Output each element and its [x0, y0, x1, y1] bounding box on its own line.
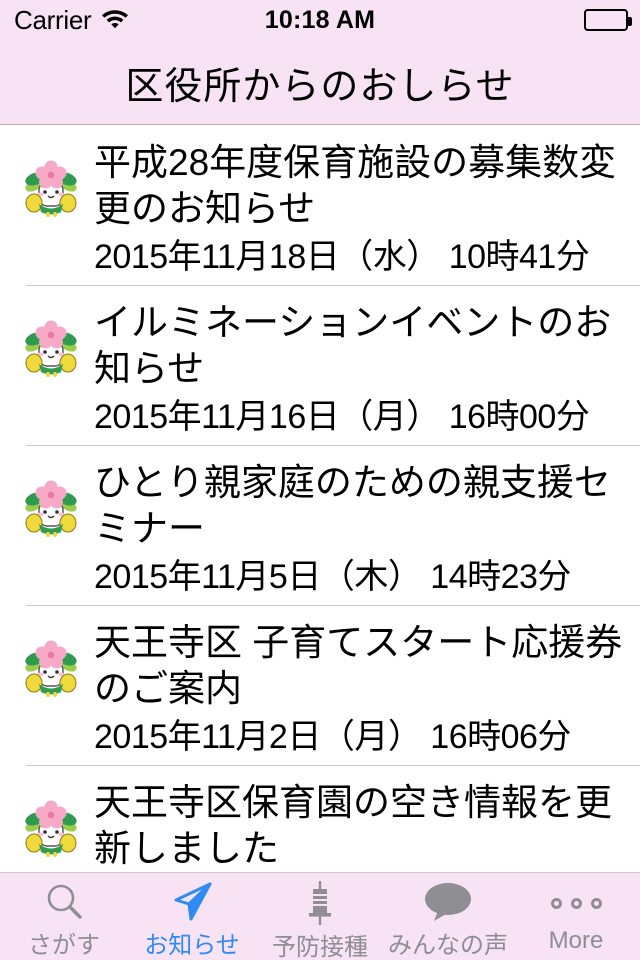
list-item-title: 天王寺区 子育てスタート応援券のご案内	[94, 622, 623, 709]
tab-oshirase[interactable]: お知らせ	[128, 873, 256, 960]
status-bar-right	[584, 9, 632, 31]
news-list[interactable]: 平成28年度保育施設の募集数変更のお知らせ 2015年11月18日（水） 10時…	[0, 126, 640, 872]
list-item-date: 2015年11月18日（水） 10時41分	[94, 238, 590, 276]
tab-yobosesshu[interactable]: 予防接種	[256, 873, 384, 960]
tab-label: みんなの声	[388, 932, 508, 959]
list-item-title: イルミネーションイベントのお知らせ	[94, 302, 612, 389]
status-bar: Carrier 10:18 AM	[0, 0, 640, 40]
list-item[interactable]: 平成28年度保育施設の募集数変更のお知らせ 2015年11月18日（水） 10時…	[0, 126, 640, 286]
list-item-date: 2015年11月5日（木） 14時23分	[94, 558, 571, 596]
page-title: 区役所からのおしらせ	[125, 65, 515, 108]
list-item-body: 天王寺区 子育てスタート応援券のご案内 2015年11月2日（月） 16時06分	[94, 620, 632, 759]
list-item[interactable]: 天王寺区保育園の空き情報を更新しました	[0, 766, 640, 872]
tab-more[interactable]: More	[512, 873, 640, 960]
list-item-title: 平成28年度保育施設の募集数変更のお知らせ	[94, 142, 617, 229]
navigation-bar: 区役所からのおしらせ	[0, 40, 640, 125]
list-item-date: 2015年11月2日（月） 16時06分	[94, 718, 571, 756]
app-screen: Carrier 10:18 AM 区役所からのおしらせ 平成28年度保育施設の募…	[0, 0, 640, 960]
search-icon	[43, 881, 85, 923]
list-item[interactable]: ひとり親家庭のための親支援セミナー 2015年11月5日（木） 14時23分	[0, 446, 640, 606]
tab-label: More	[548, 927, 604, 954]
tab-sagasu[interactable]: さがす	[0, 873, 128, 960]
list-item-body: ひとり親家庭のための親支援セミナー 2015年11月5日（木） 14時23分	[94, 460, 632, 599]
list-item-body: 平成28年度保育施設の募集数変更のお知らせ 2015年11月18日（水） 10時…	[94, 140, 632, 279]
list-item-body: 天王寺区保育園の空き情報を更新しました	[94, 780, 632, 872]
battery-full-icon	[584, 9, 632, 31]
paper-plane-icon	[170, 881, 214, 923]
list-item[interactable]: 天王寺区 子育てスタート応援券のご案内 2015年11月2日（月） 16時06分	[0, 606, 640, 766]
mascot-icon	[8, 460, 94, 540]
list-item-body: イルミネーションイベントのお知らせ 2015年11月16日（月） 16時00分	[94, 300, 632, 439]
list-item-date: 2015年11月16日（月） 16時00分	[94, 398, 590, 436]
list-item-title: ひとり親家庭のための親支援セミナー	[94, 462, 611, 549]
tab-minnanokoe[interactable]: みんなの声	[384, 873, 512, 960]
tab-label: お知らせ	[144, 932, 240, 959]
speech-bubble-icon	[422, 881, 474, 923]
tab-label: 予防接種	[272, 934, 368, 960]
syringe-icon	[305, 881, 335, 925]
tab-label: さがす	[28, 932, 100, 959]
ellipsis-icon	[550, 881, 602, 925]
status-bar-time: 10:18 AM	[264, 5, 376, 34]
tab-bar: さがす お知らせ 予防接種 みんなの声 More	[0, 872, 640, 960]
mascot-icon	[8, 300, 94, 380]
mascot-icon	[8, 780, 94, 860]
mascot-icon	[8, 620, 94, 700]
list-item[interactable]: イルミネーションイベントのお知らせ 2015年11月16日（月） 16時00分	[0, 286, 640, 446]
mascot-icon	[8, 140, 94, 220]
list-item-title: 天王寺区保育園の空き情報を更新しました	[94, 782, 612, 869]
